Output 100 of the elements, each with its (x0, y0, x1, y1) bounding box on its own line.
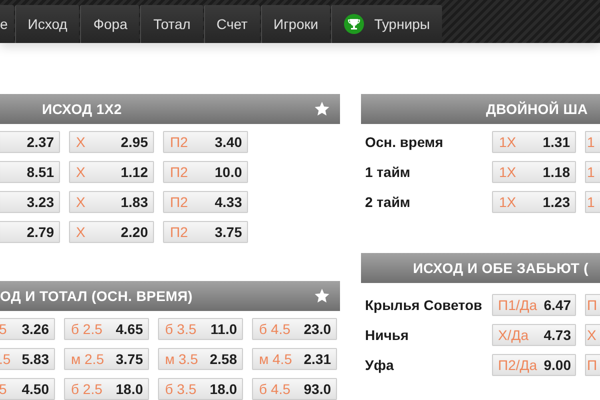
odds-value: 2.58 (210, 351, 237, 367)
odds-label: 1 (587, 164, 595, 180)
odds-label: м 4.5 (259, 351, 292, 367)
odds-value: 3.23 (26, 194, 54, 210)
star-icon[interactable] (314, 101, 330, 117)
odds-label: б 3.5 (165, 321, 196, 337)
odds-button[interactable]: П2 10.0 (163, 161, 248, 183)
odds-label: П (587, 297, 598, 313)
row-label: Осн. время (364, 134, 444, 150)
odds-value: 1.23 (542, 194, 570, 210)
odds-label: 1X (499, 194, 516, 210)
odds-label: П2/Да (498, 357, 538, 373)
odds-button[interactable]: П2 3.40 (163, 131, 248, 153)
odds-value: 8.51 (26, 164, 54, 180)
odds-value: 4.50 (22, 381, 49, 397)
odds-label: 1X (499, 164, 516, 180)
odds-value: 18.0 (210, 381, 237, 397)
odds-button[interactable]: П2 4.33 (163, 191, 248, 213)
odds-value: 6.47 (544, 297, 571, 313)
odds-label: Х/Да (498, 327, 528, 343)
panel-title: ОД И ТОТАЛ (ОСН. ВРЕМЯ) (0, 288, 194, 304)
panel-title: ИСХОД 1X2 (42, 101, 123, 117)
odds-value: 9.00 (544, 357, 571, 373)
odds-value: 1.18 (542, 164, 570, 180)
odds-button[interactable]: Х 1.12 (69, 161, 154, 183)
odds-button[interactable]: Х/Да 4.73 (492, 324, 576, 346)
nav-tab[interactable]: Игроки (260, 5, 330, 43)
odds-button[interactable]: Х 2.95 (69, 131, 154, 153)
odds-label: м 2.5 (71, 351, 104, 367)
odds-label: 1 (587, 194, 595, 210)
odds-label: П (587, 357, 598, 373)
odds-value: 1.83 (120, 194, 148, 210)
odds-label: б 3.5 (165, 381, 196, 397)
odds-label: .5 (0, 351, 11, 367)
row-label: 1 тайм (364, 164, 412, 180)
odds-button[interactable]: П2/Да 9.00 (492, 354, 576, 376)
nav-tab[interactable]: е (0, 5, 14, 43)
odds-label: Х (587, 327, 596, 343)
odds-button[interactable]: б 2.5 4.65 (64, 318, 149, 340)
odds-label: м 3.5 (165, 351, 198, 367)
odds-value: 93.0 (304, 381, 331, 397)
odds-button[interactable]: .5 5.83 (0, 348, 55, 370)
odds-button[interactable]: м 3.5 2.58 (158, 348, 243, 370)
panel-title: ИСХОД И ОБЕ ЗАБЬЮТ ( (413, 260, 590, 276)
odds-button[interactable]: м 4.5 2.31 (252, 348, 337, 370)
odds-value: 2.37 (26, 134, 54, 150)
odds-button[interactable]: 1X 1.23 (492, 191, 576, 213)
odds-button[interactable]: П2 3.75 (163, 221, 248, 243)
nav-tab[interactable]: Тотал (140, 5, 203, 43)
odds-button[interactable]: 1X 1.31 (492, 131, 576, 153)
nav-tab[interactable]: Фора (80, 5, 140, 43)
odds-label: Х (76, 164, 86, 180)
odds-value: 3.26 (22, 321, 49, 337)
odds-value: 3.75 (116, 351, 143, 367)
odds-label: 1X (499, 134, 516, 150)
nav-tab[interactable]: Счет (204, 5, 260, 43)
odds-button[interactable]: м 2.5 3.75 (64, 348, 149, 370)
odds-button[interactable]: 1X 1.18 (492, 161, 576, 183)
odds-value: 1.12 (120, 164, 148, 180)
odds-button[interactable]: б 4.5 93.0 (252, 378, 337, 400)
odds-label: П2 (170, 164, 188, 180)
odds-value: 2.95 (120, 134, 148, 150)
odds-label: 1 (587, 134, 595, 150)
odds-value: 2.20 (120, 224, 148, 240)
odds-button[interactable]: 2.79 (0, 221, 60, 243)
odds-label: П2 (170, 224, 188, 240)
odds-button[interactable]: Х 2.20 (69, 221, 154, 243)
odds-label: Х (76, 224, 86, 240)
panel-title: ДВОЙНОЙ ША (486, 101, 589, 117)
odds-label: П2 (170, 194, 188, 210)
odds-value: 3.75 (214, 224, 242, 240)
odds-label: б 2.5 (71, 321, 102, 337)
row-label: Уфа (364, 357, 395, 373)
odds-value: 5.83 (22, 351, 49, 367)
odds-button[interactable]: б 3.5 11.0 (158, 318, 243, 340)
odds-label: Х (76, 194, 86, 210)
odds-value: 4.65 (116, 321, 143, 337)
nav-tab[interactable]: Исход (14, 5, 80, 43)
odds-value: 2.31 (304, 351, 331, 367)
odds-label: Х (76, 134, 86, 150)
odds-value: 3.40 (214, 134, 242, 150)
star-icon[interactable] (314, 288, 330, 304)
row-label: Крылья Советов (364, 297, 483, 313)
odds-value: 1.31 (542, 134, 570, 150)
odds-label: П1/Да (498, 297, 538, 313)
odds-button[interactable]: 3.23 (0, 191, 60, 213)
odds-value: 23.0 (304, 321, 331, 337)
odds-button[interactable]: б 3.5 18.0 (158, 378, 243, 400)
odds-label: б 2.5 (71, 381, 102, 397)
odds-value: 2.79 (26, 224, 54, 240)
nav-tab[interactable]: Турниры (331, 5, 442, 43)
odds-label: б 4.5 (259, 381, 290, 397)
odds-button[interactable]: 2.37 (0, 131, 60, 153)
odds-button[interactable]: 8.51 (0, 161, 60, 183)
odds-button[interactable]: Х 1.83 (69, 191, 154, 213)
odds-value: 10.0 (214, 164, 242, 180)
odds-button[interactable]: б 4.5 23.0 (252, 318, 337, 340)
row-label: Ничья (364, 327, 410, 343)
odds-button[interactable]: П1/Да 6.47 (492, 294, 576, 316)
odds-button[interactable]: б 2.5 18.0 (64, 378, 149, 400)
